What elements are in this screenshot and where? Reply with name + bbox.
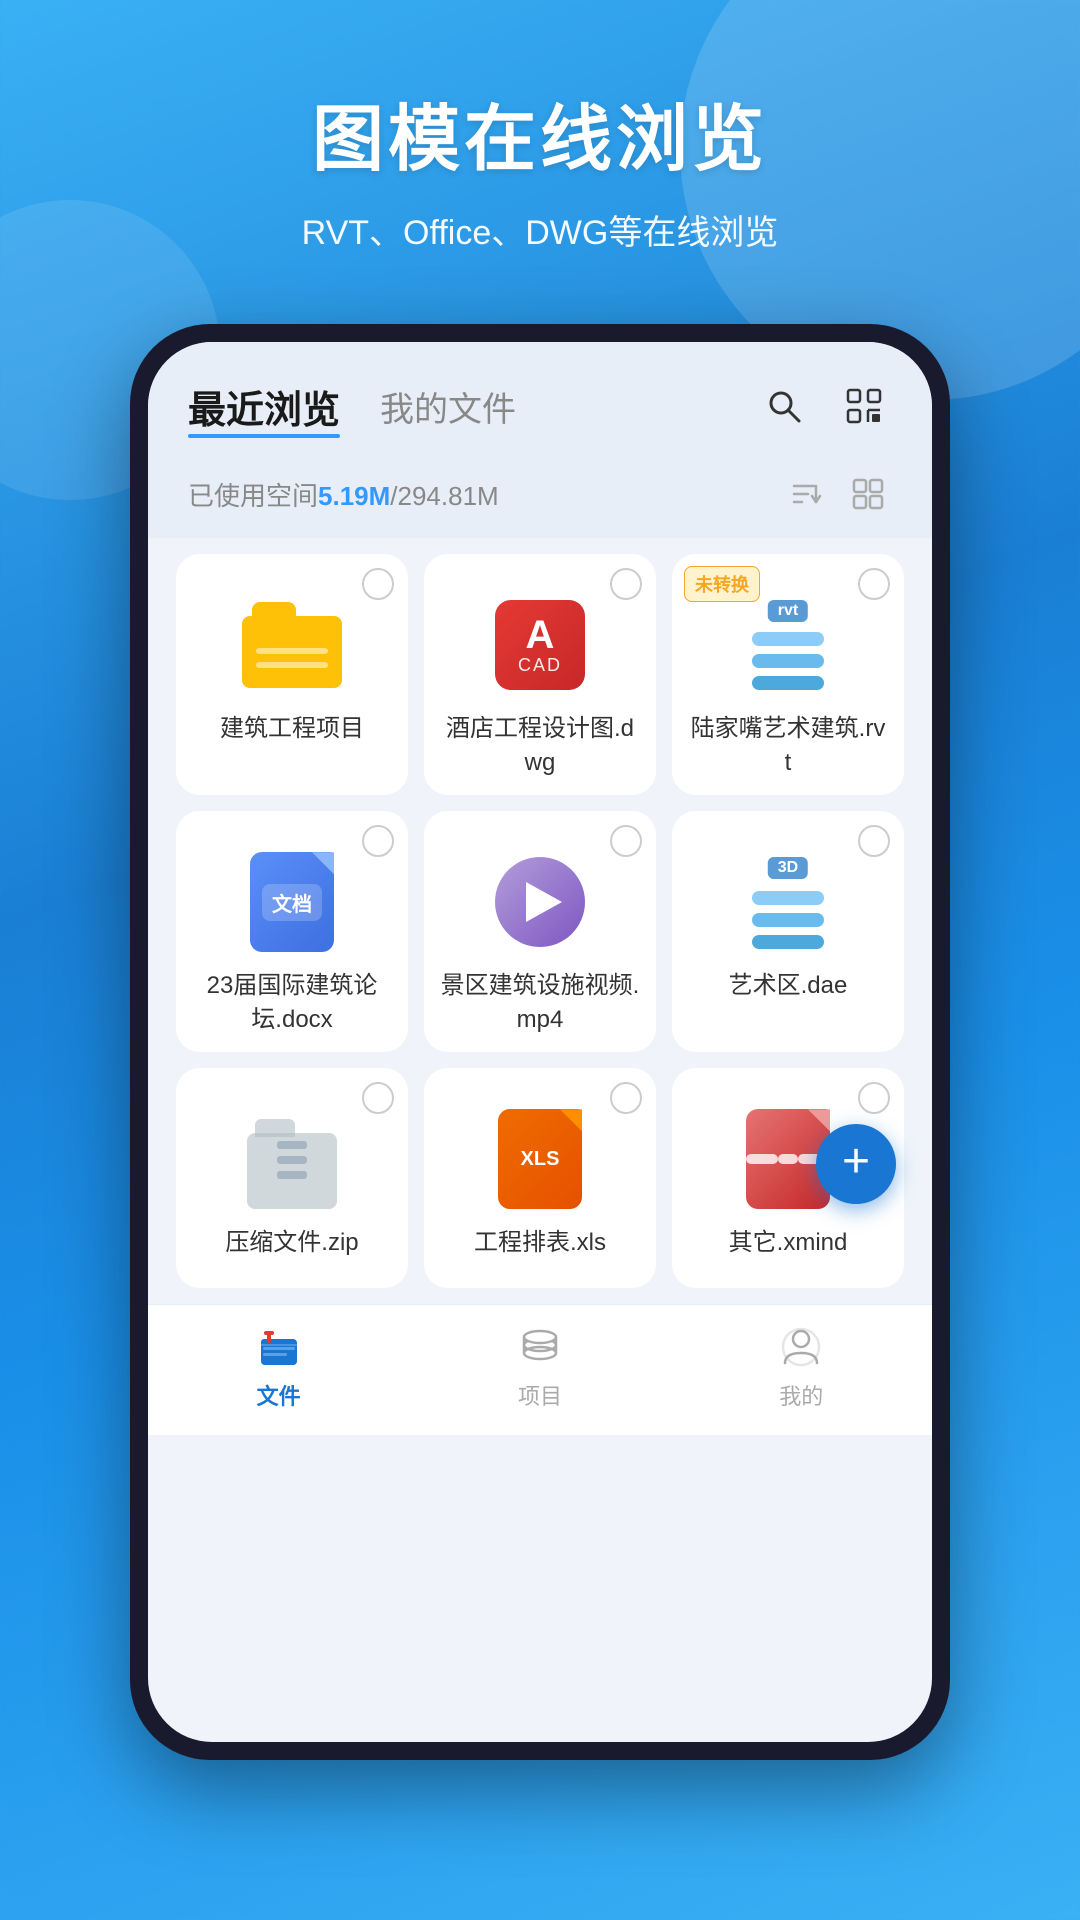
file-icon-dae: 3D [733,847,843,957]
nav-bar: 最近浏览 我的文件 [148,342,932,454]
scan-icon [844,386,884,426]
file-icon-video [485,847,595,957]
file-name-6: 艺术区.dae [729,969,848,1003]
file-card-folder[interactable]: 建筑工程项目 [176,554,408,795]
file-name-8: 工程排表.xls [474,1226,606,1260]
tab-recent[interactable]: 最近浏览 [188,379,340,434]
grid-view-button[interactable] [844,470,892,518]
file-checkbox-9[interactable] [858,1082,890,1114]
mine-tab-label: 我的 [779,1379,823,1411]
file-name-7: 压缩文件.zip [225,1226,358,1260]
phone-mockup: 最近浏览 我的文件 [130,324,950,1760]
files-tab-icon [253,1321,305,1373]
files-tab-label: 文件 [257,1379,301,1411]
file-checkbox-7[interactable] [362,1082,394,1114]
file-checkbox-2[interactable] [610,568,642,600]
storage-info: 已使用空间5.19M/294.81M [188,476,499,513]
bottom-tab-bar: 文件 项目 [148,1304,932,1435]
add-icon: + [842,1138,870,1186]
projects-tab-icon [514,1321,566,1373]
file-name-3: 陆家嘴艺术建筑.rvt [688,712,888,779]
file-card-rvt[interactable]: 未转换 rvt 陆家嘴艺术建筑.rvt [672,554,904,795]
nav-icons [756,378,892,434]
file-checkbox-4[interactable] [362,825,394,857]
tab-mine[interactable]: 我的 [775,1321,827,1411]
search-icon [764,386,804,426]
file-name-2: 酒店工程设计图.dwg [440,712,640,779]
sort-icon [786,476,822,512]
file-icon-cad: A CAD [485,590,595,700]
grid-icon [850,476,886,512]
storage-bar: 已使用空间5.19M/294.81M [148,454,932,538]
file-name-5: 景区建筑设施视频.mp4 [440,969,640,1036]
view-controls [780,470,892,518]
tab-projects[interactable]: 项目 [514,1321,566,1411]
file-icon-folder [237,590,347,700]
file-checkbox-1[interactable] [362,568,394,600]
header-section: 图模在线浏览 RVT、Office、DWG等在线浏览 [0,0,1080,294]
header-title: 图模在线浏览 [40,80,1040,185]
sort-button[interactable] [780,470,828,518]
file-card-xls[interactable]: XLS 工程排表.xls [424,1068,656,1288]
scan-button[interactable] [836,378,892,434]
file-name-9: 其它.xmind [729,1226,848,1260]
tab-myfiles[interactable]: 我的文件 [380,382,756,431]
file-checkbox-6[interactable] [858,825,890,857]
file-name-4: 23届国际建筑论坛.docx [192,969,392,1036]
phone-frame: 最近浏览 我的文件 [130,324,950,1760]
phone-screen: 最近浏览 我的文件 [148,342,932,1742]
file-badge-3: 未转换 [684,566,760,602]
file-card-cad[interactable]: A CAD 酒店工程设计图.dwg [424,554,656,795]
file-icon-doc: 文档 [237,847,347,957]
header-subtitle: RVT、Office、DWG等在线浏览 [40,205,1040,254]
file-icon-rvt: rvt [733,590,843,700]
file-card-dae[interactable]: 3D 艺术区.dae [672,811,904,1052]
file-name-1: 建筑工程项目 [220,712,364,746]
add-file-button[interactable]: + [816,1124,896,1204]
tab-files[interactable]: 文件 [253,1321,305,1411]
file-card-video[interactable]: 景区建筑设施视频.mp4 [424,811,656,1052]
projects-tab-label: 项目 [518,1379,562,1411]
file-card-zip[interactable]: 压缩文件.zip [176,1068,408,1288]
file-icon-xls: XLS [485,1104,595,1214]
file-grid: 建筑工程项目 A CAD 酒店工程设计图.dwg 未转换 [148,538,932,1304]
file-checkbox-3[interactable] [858,568,890,600]
file-checkbox-8[interactable] [610,1082,642,1114]
mine-tab-icon [775,1321,827,1373]
file-icon-zip [237,1104,347,1214]
file-card-doc[interactable]: 文档 23届国际建筑论坛.docx [176,811,408,1052]
search-button[interactable] [756,378,812,434]
file-checkbox-5[interactable] [610,825,642,857]
